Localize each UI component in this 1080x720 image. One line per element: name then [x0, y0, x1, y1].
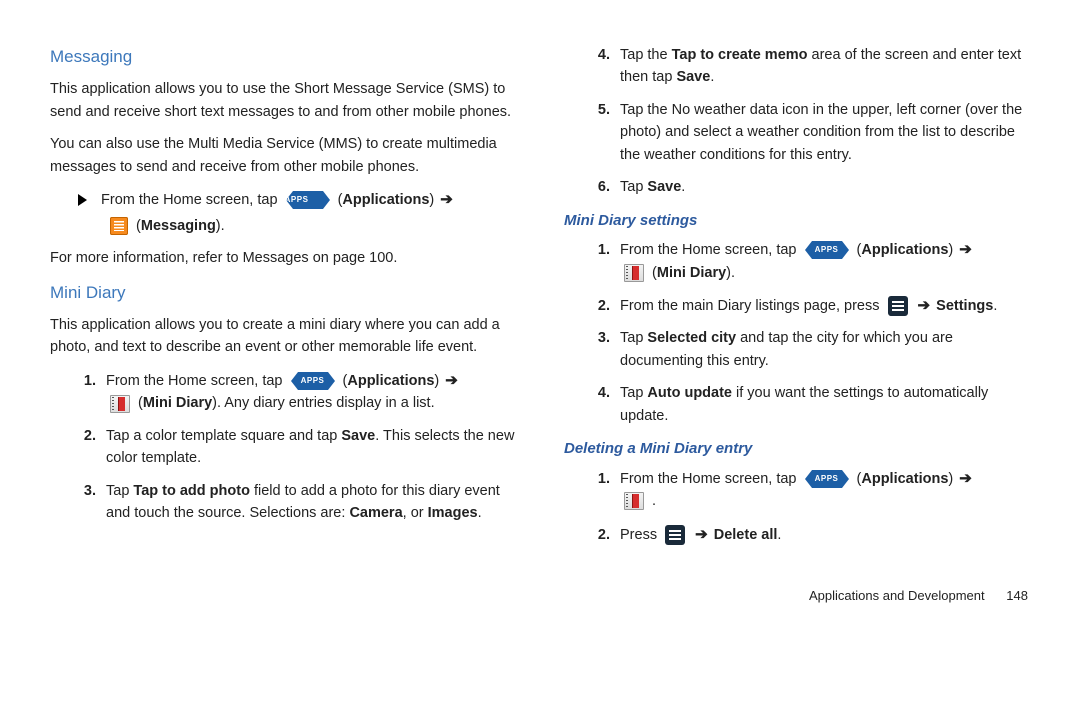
text-bold: Mini Diary — [143, 395, 212, 411]
text-bold: Delete all — [714, 527, 778, 543]
messaging-ref: For more information, refer to Messages … — [50, 247, 516, 269]
subheading-settings: Mini Diary settings — [564, 209, 1030, 232]
text-bold: Selected city — [647, 330, 736, 346]
text: Press — [620, 527, 661, 543]
text: Tap — [620, 385, 647, 401]
text: From the Home screen, tap — [620, 242, 801, 258]
arrow-icon: ➔ — [918, 297, 931, 314]
list-item: Tap Tap to add photo field to add a phot… — [100, 480, 516, 525]
messaging-icon — [110, 217, 128, 235]
apps-badge-label: APPS — [298, 372, 328, 390]
minidiary-steps: From the Home screen, tap APPS (Applicat… — [50, 369, 516, 525]
arrow-icon: ➔ — [445, 372, 458, 389]
arrow-icon: ➔ — [959, 470, 972, 487]
text: Tap the — [620, 47, 672, 63]
list-item: From the Home screen, tap APPS (Applicat… — [614, 467, 1030, 513]
text: Tap — [620, 179, 647, 195]
heading-mini-diary: Mini Diary — [50, 280, 516, 306]
text: . — [993, 298, 997, 314]
text: Tap a color template square and tap — [106, 428, 341, 444]
text: For more information, refer to — [50, 250, 243, 266]
subheading-delete: Deleting a Mini Diary entry — [564, 437, 1030, 460]
apps-icon: APPS — [805, 241, 849, 259]
menu-icon — [888, 296, 908, 316]
text-bold: Camera — [349, 505, 402, 521]
minidiary-steps-cont: Tap the Tap to create memo area of the s… — [564, 44, 1030, 199]
list-item: Tap Save. — [614, 176, 1030, 198]
mini-diary-icon — [110, 395, 130, 413]
list-item: From the Home screen, tap APPS (Applicat… — [100, 369, 516, 415]
text: , or — [403, 505, 428, 521]
triangle-bullet-icon — [78, 194, 87, 206]
text: on page 100. — [313, 250, 398, 266]
text-bold: Applications — [347, 373, 434, 389]
left-column: Messaging This application allows you to… — [50, 40, 516, 556]
list-item: Tap Auto update if you want the settings… — [614, 382, 1030, 427]
text: Tap — [106, 483, 133, 499]
text: . — [478, 505, 482, 521]
text: . — [731, 265, 735, 281]
text: . — [710, 69, 714, 85]
text-bold: Applications — [861, 242, 948, 258]
apps-badge-label: APPS — [812, 470, 842, 488]
text-bold: Mini Diary — [657, 265, 726, 281]
list-item: Tap the No weather data icon in the uppe… — [614, 99, 1030, 166]
mini-diary-icon — [624, 264, 644, 282]
text-bold: Auto update — [647, 385, 732, 401]
messaging-para-1: This application allows you to use the S… — [50, 78, 516, 123]
arrow-icon: ➔ — [695, 526, 708, 543]
ref-link: Messages — [243, 250, 309, 266]
page-columns: Messaging This application allows you to… — [50, 40, 1030, 556]
footer-page-number: 148 — [1006, 588, 1028, 603]
text: From the main Diary listings page, press — [620, 298, 884, 314]
settings-steps: From the Home screen, tap APPS (Applicat… — [564, 238, 1030, 427]
text: From the Home screen, tap — [106, 373, 287, 389]
text-bold: Images — [428, 505, 478, 521]
right-column: Tap the Tap to create memo area of the s… — [564, 40, 1030, 556]
list-item: From the main Diary listings page, press… — [614, 294, 1030, 317]
text: . Any diary entries display in a list. — [217, 395, 435, 411]
text-bold: Tap to add photo — [133, 483, 250, 499]
list-item: Press ➔ Delete all. — [614, 523, 1030, 546]
arrow-icon: ➔ — [959, 241, 972, 258]
text-bold: Applications — [861, 471, 948, 487]
text: Tap — [620, 330, 647, 346]
arrow-icon: ➔ — [440, 191, 453, 208]
text-bold: Messaging — [141, 218, 216, 234]
messaging-para-2: You can also use the Multi Media Service… — [50, 133, 516, 178]
list-item: Tap the Tap to create memo area of the s… — [614, 44, 1030, 89]
text-bold: Tap to create memo — [672, 47, 808, 63]
text: From the Home screen, tap — [101, 192, 282, 208]
mini-diary-icon — [624, 492, 644, 510]
minidiary-intro: This application allows you to create a … — [50, 314, 516, 359]
messaging-step: From the Home screen, tap APPS (Applicat… — [50, 188, 516, 237]
text-bold: Save — [676, 69, 710, 85]
delete-steps: From the Home screen, tap APPS (Applicat… — [564, 467, 1030, 546]
text: . — [681, 179, 685, 195]
apps-icon: APPS — [805, 470, 849, 488]
text: From the Home screen, tap — [620, 471, 801, 487]
list-item: From the Home screen, tap APPS (Applicat… — [614, 238, 1030, 284]
text: . — [777, 527, 781, 543]
list-item: Tap Selected city and tap the city for w… — [614, 327, 1030, 372]
footer-section: Applications and Development — [809, 588, 985, 603]
apps-badge-label: APPS — [293, 191, 323, 209]
apps-badge-label: APPS — [812, 241, 842, 259]
text-bold: Settings — [936, 298, 993, 314]
apps-icon: APPS — [291, 372, 335, 390]
page-footer: Applications and Development 148 — [50, 586, 1030, 606]
list-item: Tap a color template square and tap Save… — [100, 425, 516, 470]
text-bold: Save — [341, 428, 375, 444]
menu-icon — [665, 525, 685, 545]
apps-icon: APPS — [286, 191, 330, 209]
text-bold: Save — [647, 179, 681, 195]
text-bold: Applications — [342, 192, 429, 208]
heading-messaging: Messaging — [50, 44, 516, 70]
